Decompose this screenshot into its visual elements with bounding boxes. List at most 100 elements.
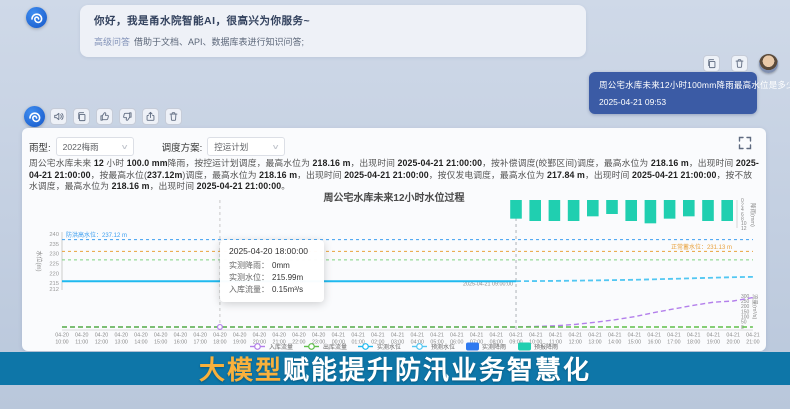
svg-text:04-21: 04-21: [509, 333, 523, 339]
user-message-bubble: 周公宅水库未来12小时100mm降雨最高水位是多少 2025-04-21 09:…: [589, 72, 757, 114]
svg-text:18:00: 18:00: [687, 340, 700, 346]
forecast-summary-text: 周公宅水库未来 12 小时 100.0 mm降雨，按控运计划调度，最高水位为 2…: [29, 158, 759, 193]
svg-text:水位(m): 水位(m): [35, 251, 43, 272]
svg-text:21:00: 21:00: [746, 340, 759, 346]
svg-text:16:00: 16:00: [174, 340, 187, 346]
svg-text:04-20: 04-20: [213, 333, 227, 339]
thumbs-up-button[interactable]: [96, 108, 113, 125]
tooltip-row: 实测降雨：0mm: [229, 260, 315, 272]
svg-text:04-20: 04-20: [134, 333, 148, 339]
svg-text:15:00: 15:00: [628, 340, 641, 346]
chart-tooltip: 2025-04-20 18:00:00 实测降雨：0mm实测水位：215.99m…: [220, 240, 324, 302]
rain-type-select[interactable]: 2022梅雨 ∨: [56, 137, 134, 156]
svg-text:04-21: 04-21: [411, 333, 425, 339]
plan-select[interactable]: 控运计划 ∨: [207, 137, 285, 156]
series-入库流量: [62, 298, 753, 328]
banner-text: 大模型赋能提升防汛业务智慧化: [199, 350, 591, 387]
tooltip-row: 入库流量：0.15m³/s: [229, 284, 315, 296]
svg-text:04-21: 04-21: [351, 333, 365, 339]
svg-text:04-21: 04-21: [568, 333, 582, 339]
svg-text:04-20: 04-20: [253, 333, 267, 339]
svg-text:防洪高水位：237.12 m: 防洪高水位：237.12 m: [66, 231, 127, 239]
svg-text:04-21: 04-21: [332, 333, 346, 339]
plan-value: 控运计划: [214, 141, 248, 153]
banner-highlight: 大模型: [199, 355, 283, 385]
assistant-greeting-bubble: 你好，我是甬水院智能AI，很高兴为你服务~ 高级问答借助于文档、API、数据库表…: [80, 5, 586, 57]
svg-text:04-20: 04-20: [174, 333, 188, 339]
svg-text:14:00: 14:00: [134, 340, 147, 346]
svg-text:04-21: 04-21: [726, 333, 740, 339]
copy-message-button[interactable]: [703, 55, 720, 72]
svg-text:15:00: 15:00: [154, 340, 167, 346]
fullscreen-icon[interactable]: [738, 136, 752, 150]
tooltip-time: 2025-04-20 18:00:00: [229, 246, 315, 256]
chevron-down-icon: ∨: [272, 143, 280, 151]
svg-text:13:00: 13:00: [115, 340, 128, 346]
delete-answer-button[interactable]: [165, 108, 182, 125]
svg-text:2025-04-21 09:00:00: 2025-04-21 09:00:00: [463, 282, 513, 288]
user-message-text: 周公宅水库未来12小时100mm降雨最高水位是多少: [599, 79, 747, 91]
assistant-avatar-answer: [24, 106, 45, 127]
svg-text:04-21: 04-21: [647, 333, 661, 339]
app-screen: { "chat": { "greeting": { "title": "你好，我…: [0, 0, 790, 409]
copy-answer-button[interactable]: [73, 108, 90, 125]
user-message-actions: [703, 54, 778, 73]
export-answer-button[interactable]: [142, 108, 159, 125]
svg-text:19:00: 19:00: [233, 340, 246, 346]
svg-text:04-20: 04-20: [55, 333, 69, 339]
forecast-result-panel: 雨型: 2022梅雨 ∨ 调度方案: 控运计划 ∨ 周公宅水库未来 12 小时 …: [22, 128, 766, 351]
svg-text:04-21: 04-21: [450, 333, 464, 339]
svg-text:17:00: 17:00: [667, 340, 680, 346]
svg-text:04-20: 04-20: [114, 333, 128, 339]
svg-text:17:00: 17:00: [194, 340, 207, 346]
svg-text:04-21: 04-21: [529, 333, 543, 339]
thumbs-down-button[interactable]: [119, 108, 136, 125]
svg-text:12:00: 12:00: [95, 340, 108, 346]
svg-text:04-21: 04-21: [371, 333, 385, 339]
svg-text:235: 235: [49, 242, 59, 248]
svg-text:12:00: 12:00: [569, 340, 582, 346]
svg-text:225: 225: [49, 261, 59, 267]
svg-text:04-20: 04-20: [75, 333, 89, 339]
svg-text:16:00: 16:00: [648, 340, 661, 346]
svg-text:04-20: 04-20: [233, 333, 247, 339]
level-forecast-chart: 240235230225220215212水位(m)04-2010:0004-2…: [22, 195, 766, 351]
svg-text:04-20: 04-20: [193, 333, 207, 339]
svg-text:04-20: 04-20: [95, 333, 109, 339]
svg-text:04-21: 04-21: [391, 333, 405, 339]
svg-text:22:00: 22:00: [292, 340, 305, 346]
svg-text:正常蓄水位：231.13 m: 正常蓄水位：231.13 m: [671, 243, 732, 251]
rain-type-label: 雨型:: [29, 140, 51, 154]
plan-label: 调度方案:: [162, 140, 203, 154]
svg-text:04-20: 04-20: [312, 333, 326, 339]
svg-text:04-21: 04-21: [470, 333, 484, 339]
svg-text:19:00: 19:00: [707, 340, 720, 346]
user-avatar: [759, 54, 778, 73]
read-aloud-button[interactable]: [50, 108, 67, 125]
chevron-down-icon: ∨: [120, 143, 128, 151]
assistant-avatar: [26, 7, 47, 28]
greeting-title: 你好，我是甬水院智能AI，很高兴为你服务~: [94, 13, 572, 28]
svg-text:13:00: 13:00: [588, 340, 601, 346]
svg-text:10:00: 10:00: [55, 340, 68, 346]
svg-text:230: 230: [49, 252, 59, 258]
svg-text:12: 12: [741, 226, 747, 232]
delete-message-button[interactable]: [731, 55, 748, 72]
svg-text:04-21: 04-21: [588, 333, 602, 339]
svg-text:20:00: 20:00: [727, 340, 740, 346]
svg-text:04-21: 04-21: [667, 333, 681, 339]
svg-text:18:00: 18:00: [213, 340, 226, 346]
svg-text:212: 212: [49, 287, 59, 293]
svg-text:0: 0: [741, 325, 744, 331]
svg-text:04-21: 04-21: [489, 333, 503, 339]
tooltip-rows: 实测降雨：0mm实测水位：215.99m入库流量：0.15m³/s: [229, 260, 315, 296]
user-message-time: 2025-04-21 09:53: [599, 97, 747, 107]
svg-text:04-21: 04-21: [608, 333, 622, 339]
svg-text:04-21: 04-21: [687, 333, 701, 339]
svg-text:220: 220: [49, 271, 59, 277]
bottom-banner: 大模型赋能提升防汛业务智慧化: [0, 352, 790, 385]
svg-text:14:00: 14:00: [608, 340, 621, 346]
banner-rest: 赋能提升防汛业务智慧化: [283, 355, 591, 385]
greeting-tag: 高级问答: [94, 37, 130, 47]
svg-text:04-21: 04-21: [430, 333, 444, 339]
